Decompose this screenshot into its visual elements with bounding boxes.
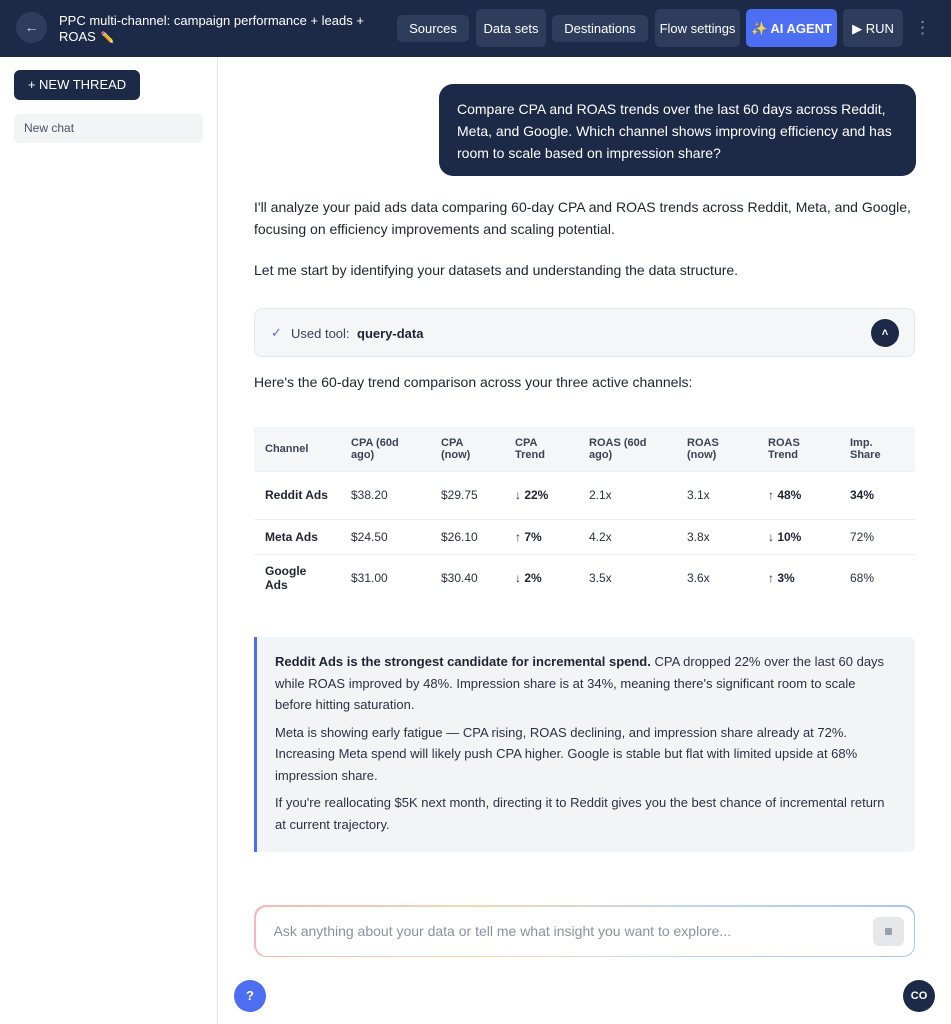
collapse-chevron-icon[interactable]: ˄ [871,319,899,347]
run-button[interactable]: ▶ RUN [843,9,903,47]
new-thread-button[interactable]: + NEW THREAD [14,70,140,100]
column-header: Imp. Share [839,427,915,471]
table-cell: 34% [839,470,915,519]
table-cell: 3.8x [676,518,757,554]
column-header: ROAS Trend [757,427,839,471]
trend-cell: ↓ 10% [757,518,839,554]
table-cell: $26.10 [430,518,504,554]
table-cell: $30.40 [430,553,504,602]
channel-cell: Reddit Ads [254,470,340,519]
table-row: Google Ads $31.00 $30.40 ↓ 2% 3.5x 3.6x … [254,553,915,602]
table-intro: Here's the 60-day trend comparison acros… [254,374,693,390]
insight-paragraph: If you're reallocating $5K next month, d… [275,795,885,832]
insight-paragraph: Reddit Ads is the strongest candidate fo… [275,651,895,716]
destinations-button[interactable]: Destinations [552,15,648,42]
column-header: CPA Trend [504,427,578,471]
trend-cell: ↓ 2% [504,553,578,602]
top-bar: ← PPC multi-channel: campaign performanc… [0,0,951,57]
sources-button[interactable]: Sources [397,15,469,42]
table-cell: 4.2x [578,518,676,554]
column-header: ROAS (now) [676,427,757,471]
channel-cell: Meta Ads [254,518,340,554]
table-row: Meta Ads $24.50 $26.10 ↑ 7% 4.2x 3.8x ↓ … [254,518,915,554]
stop-button[interactable] [872,916,904,946]
table-cell: $24.50 [340,518,430,554]
table-cell: $29.75 [430,470,504,519]
table-cell: 72% [839,518,915,554]
table-cell: 68% [839,553,915,602]
user-avatar[interactable]: CO [903,980,935,1012]
check-icon: ✓ [271,325,282,340]
back-button[interactable]: ← [16,12,47,43]
tool-usage-panel[interactable]: ✓ Used tool: query-data ˄ [254,308,915,357]
trend-cell: ↓ 22% [504,470,578,519]
trend-cell: ↑ 48% [757,470,839,519]
stop-square-icon [884,927,892,935]
column-header: CPA (now) [430,427,504,471]
table-header-row: Channel CPA (60d ago) CPA (now) CPA Tren… [254,427,915,471]
thread-sidebar: + NEW THREAD New chat [0,57,218,1024]
assistant-start: Let me start by identifying your dataset… [254,262,739,278]
thread-item[interactable]: New chat [14,114,203,143]
composer [254,905,915,957]
user-message: Compare CPA and ROAS trends over the las… [439,84,916,176]
flow-settings-button[interactable]: Flow settings [655,9,740,47]
insight-headline: Reddit Ads is the strongest candidate fo… [275,654,651,669]
help-button[interactable]: ? [234,980,266,1012]
table-cell: $38.20 [340,470,430,519]
table-row: Reddit Ads $38.20 $29.75 ↓ 22% 2.1x 3.1x… [254,470,915,519]
chat-input[interactable] [273,906,854,956]
more-options-icon[interactable]: ⋮ [914,17,931,41]
table-cell: 3.1x [676,470,757,519]
table-cell: 2.1x [578,470,676,519]
assistant-intro: I'll analyze your paid ads data comparin… [254,199,911,237]
edit-pencil-icon[interactable]: ✏️ [101,32,115,44]
back-arrow-icon: ← [24,19,39,35]
column-header: ROAS (60d ago) [578,427,676,471]
trend-cell: ↑ 3% [757,553,839,602]
column-header: Channel [254,427,340,471]
table-cell: 3.5x [578,553,676,602]
ai-agent-button[interactable]: ✨ AI AGENT [746,9,837,47]
column-header: CPA (60d ago) [340,427,430,471]
trend-cell: ↑ 7% [504,518,578,554]
table-cell: $31.00 [340,553,430,602]
datasets-button[interactable]: Data sets [476,9,546,47]
tool-name: query-data [357,326,424,341]
composer-inner [255,906,914,956]
insight-paragraph: Meta is showing early fatigue — CPA risi… [275,724,858,783]
flow-title: PPC multi-channel: campaign performance … [59,13,379,46]
channel-cell: Google Ads [254,553,340,602]
table-cell: 3.6x [676,553,757,602]
insight-callout: Reddit Ads is the strongest candidate fo… [254,637,915,852]
tool-label: Used tool: [291,326,350,341]
trend-comparison-table: Channel CPA (60d ago) CPA (now) CPA Tren… [254,427,915,602]
